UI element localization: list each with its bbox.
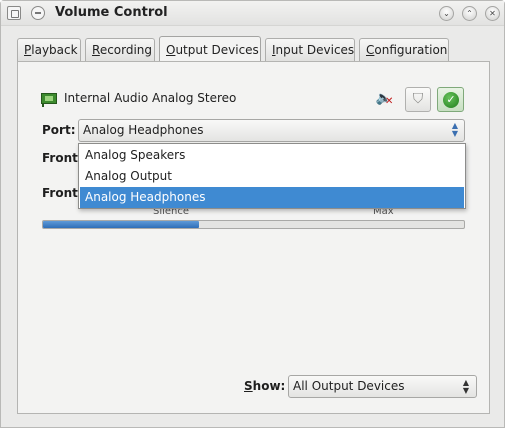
mute-button[interactable]: 🔈 ✕	[374, 90, 394, 108]
peak-meter-fill	[43, 221, 199, 228]
tab-label: utput Devices	[175, 43, 259, 57]
port-select[interactable]: Analog Headphones ▲ ▼	[78, 119, 465, 142]
tab-label: onfiguration	[374, 43, 448, 57]
tab-label: nput Devices	[275, 43, 355, 57]
port-label: Port:	[42, 123, 76, 137]
peak-meter	[42, 220, 465, 229]
window-title: Volume Control	[55, 5, 168, 20]
show-label: Show:	[244, 379, 285, 393]
mute-x-icon: ✕	[385, 96, 394, 107]
channel-front-label-1: Front	[42, 151, 78, 165]
shield-icon: ⛉	[412, 91, 424, 107]
output-devices-panel	[17, 61, 490, 414]
updown-arrows-icon: ▲ ▼	[462, 378, 469, 395]
maximize-button[interactable]: ⌃	[462, 6, 477, 21]
show-select[interactable]: All Output Devices ▲ ▼	[288, 375, 477, 398]
set-default-button[interactable]: ✓	[437, 87, 464, 112]
port-option-analog-headphones[interactable]: Analog Headphones	[80, 187, 464, 208]
device-name: Internal Audio Analog Stereo	[64, 91, 237, 105]
channel-front-label-2: Front	[42, 186, 78, 200]
port-dropdown-list: Analog Speakers Analog Output Analog Hea…	[78, 143, 466, 209]
sticky-icon[interactable]	[31, 6, 45, 20]
tab-input-devices[interactable]: Input Devices	[265, 38, 355, 61]
sound-card-icon	[41, 93, 57, 107]
port-selected-value: Analog Headphones	[83, 123, 204, 137]
show-selected-value: All Output Devices	[293, 379, 405, 393]
tab-label: layback	[31, 43, 78, 57]
port-option-analog-speakers[interactable]: Analog Speakers	[80, 145, 464, 166]
tab-mnemonic: R	[92, 43, 100, 57]
show-mnemonic: S	[244, 379, 253, 393]
tab-output-devices[interactable]: Output Devices	[159, 36, 261, 61]
tab-playback[interactable]: Playback	[17, 38, 81, 61]
volume-control-window: Volume Control ⌄ ⌃ ✕ Playback Recording …	[0, 0, 505, 428]
tab-configuration[interactable]: Configuration	[359, 38, 449, 61]
tab-label: ecording	[99, 43, 153, 57]
title-bar[interactable]: Volume Control ⌄ ⌃ ✕	[1, 1, 504, 26]
port-option-analog-output[interactable]: Analog Output	[80, 166, 464, 187]
minimize-button[interactable]: ⌄	[439, 6, 454, 21]
window-menu-icon[interactable]	[7, 6, 21, 20]
show-label-text: how:	[252, 379, 286, 393]
close-button[interactable]: ✕	[485, 6, 500, 21]
tab-recording[interactable]: Recording	[85, 38, 155, 61]
lock-channels-button[interactable]: ⛉	[405, 87, 431, 112]
updown-arrows-icon: ▲ ▼	[451, 121, 458, 138]
check-circle-icon: ✓	[443, 92, 459, 108]
